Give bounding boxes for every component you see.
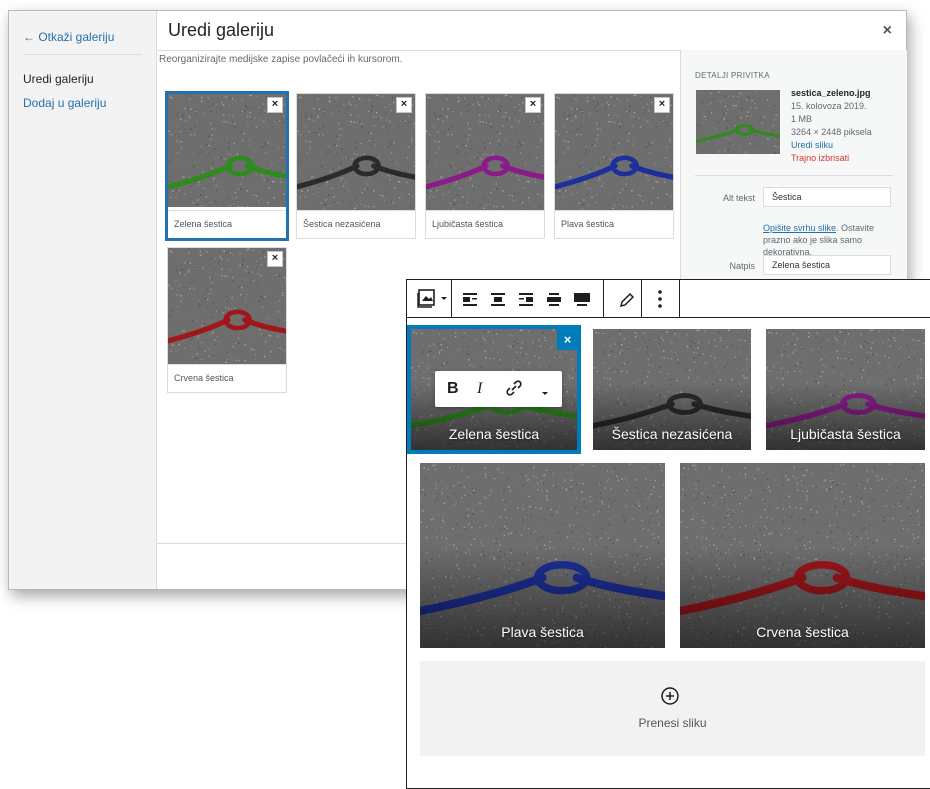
delete-permanently-link[interactable]: Trajno izbrisati bbox=[791, 152, 872, 165]
align-center-icon[interactable] bbox=[489, 280, 507, 318]
media-menu: ← Otkaži galeriju Uredi galeriju Dodaj u… bbox=[9, 11, 157, 589]
attachment-caption[interactable]: Crvena šestica bbox=[168, 364, 286, 392]
chevron-down-icon[interactable] bbox=[440, 280, 448, 318]
upload-image-area[interactable]: Prenesi sliku bbox=[420, 661, 925, 756]
attachment-caption[interactable]: Plava šestica bbox=[555, 210, 673, 238]
attachment-caption[interactable]: Zelena šestica bbox=[168, 210, 286, 238]
gallery-image[interactable]: Šestica nezasićena bbox=[593, 329, 751, 450]
details-divider bbox=[695, 175, 893, 176]
link-icon[interactable] bbox=[505, 379, 523, 402]
attachment-item[interactable]: × Zelena šestica bbox=[165, 91, 289, 241]
details-heading: DETALJI PRIVITKA bbox=[695, 71, 770, 80]
alt-text-field[interactable]: Šestica bbox=[763, 187, 891, 207]
upload-label: Prenesi sliku bbox=[420, 716, 925, 730]
edit-image-link[interactable]: Uredi sliku bbox=[791, 139, 872, 152]
menu-separator bbox=[23, 54, 142, 55]
attachment-caption[interactable]: Šestica nezasićena bbox=[297, 210, 415, 238]
details-meta: sestica_zeleno.jpg 15. kolovoza 2019. 1 … bbox=[791, 87, 872, 165]
gallery-image[interactable]: Plava šestica bbox=[420, 463, 665, 648]
gallery-caption[interactable]: Crvena šestica bbox=[680, 624, 925, 640]
attachment-caption[interactable]: Ljubičasta šestica bbox=[426, 210, 544, 238]
gallery-icon[interactable] bbox=[417, 280, 439, 318]
gallery-caption[interactable]: Šestica nezasićena bbox=[593, 426, 751, 442]
attachment-item[interactable]: × Crvena šestica bbox=[167, 247, 287, 393]
align-left-icon[interactable] bbox=[461, 280, 479, 318]
details-date: 15. kolovoza 2019. bbox=[791, 100, 872, 113]
toolbar-divider bbox=[603, 280, 604, 318]
toolbar-divider bbox=[679, 280, 680, 318]
caption-field[interactable]: Zelena šestica bbox=[763, 255, 891, 275]
italic-button[interactable]: I bbox=[477, 380, 482, 398]
wide-width-icon[interactable] bbox=[545, 280, 563, 318]
gallery-caption[interactable]: Ljubičasta šestica bbox=[766, 426, 925, 442]
toolbar-divider bbox=[641, 280, 642, 318]
instructions-text: Reorganizirajte medijske zapise povlačeć… bbox=[159, 54, 402, 65]
details-dimensions: 3264 × 2448 piksela bbox=[791, 126, 872, 139]
modal-title: Uredi galeriju bbox=[168, 20, 274, 41]
attachment-item[interactable]: × Plava šestica bbox=[554, 93, 674, 239]
caption-label: Natpis bbox=[695, 261, 755, 271]
edit-pencil-icon[interactable] bbox=[618, 280, 634, 318]
gallery-image[interactable]: Ljubičasta šestica bbox=[766, 329, 925, 450]
details-thumbnail bbox=[696, 90, 780, 154]
chevron-down-icon[interactable] bbox=[541, 385, 549, 403]
plus-circle-icon bbox=[658, 684, 682, 713]
rope-image bbox=[696, 90, 780, 154]
modal-header: Uredi galeriju × bbox=[157, 11, 906, 51]
remove-icon[interactable]: × bbox=[396, 97, 412, 113]
menu-item-add-to-gallery[interactable]: Dodaj u galeriju bbox=[23, 96, 106, 110]
remove-icon[interactable]: × bbox=[654, 97, 670, 113]
alt-text-help: Opišite svrhu slike. Ostavite prazno ako… bbox=[763, 222, 888, 258]
close-icon[interactable]: × bbox=[883, 22, 892, 40]
attachment-item[interactable]: × Šestica nezasićena bbox=[296, 93, 416, 239]
toolbar-divider bbox=[451, 280, 452, 318]
full-width-icon[interactable] bbox=[573, 280, 591, 318]
block-toolbar bbox=[407, 280, 930, 318]
align-right-icon[interactable] bbox=[517, 280, 535, 318]
gallery-caption[interactable]: Plava šestica bbox=[420, 624, 665, 640]
more-options-icon[interactable] bbox=[656, 280, 664, 318]
details-size: 1 MB bbox=[791, 113, 872, 126]
menu-item-edit-gallery[interactable]: Uredi galeriju bbox=[23, 72, 94, 86]
alt-help-link[interactable]: Opišite svrhu slike bbox=[763, 223, 836, 233]
remove-image-icon[interactable]: × bbox=[557, 329, 578, 350]
gallery-caption[interactable]: Zelena šestica bbox=[411, 426, 577, 442]
bold-button[interactable]: B bbox=[447, 380, 459, 398]
caption-format-toolbar: B I bbox=[435, 371, 562, 407]
alt-text-label: Alt tekst bbox=[695, 193, 755, 203]
details-filename: sestica_zeleno.jpg bbox=[791, 87, 872, 100]
modal-footer bbox=[156, 543, 406, 544]
gallery-image[interactable]: Crvena šestica bbox=[680, 463, 925, 648]
remove-icon[interactable]: × bbox=[267, 97, 283, 113]
attachment-item[interactable]: × Ljubičasta šestica bbox=[425, 93, 545, 239]
remove-icon[interactable]: × bbox=[267, 251, 283, 267]
remove-icon[interactable]: × bbox=[525, 97, 541, 113]
cancel-gallery-link[interactable]: ← Otkaži galeriju bbox=[23, 30, 114, 44]
